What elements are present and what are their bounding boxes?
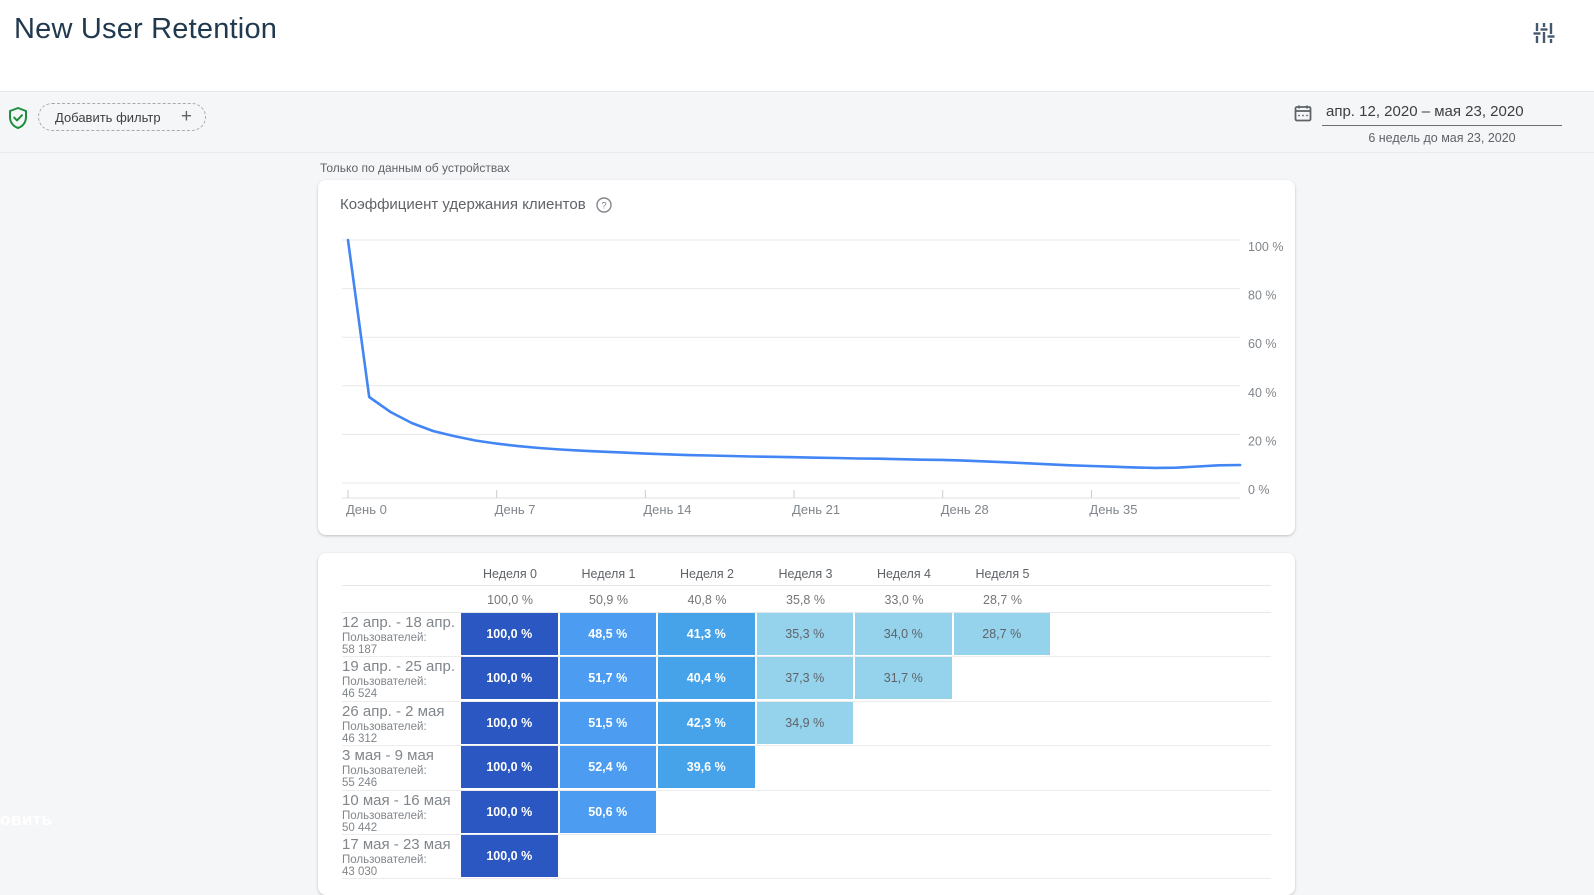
cohort-users-count: 58 187 <box>342 644 377 656</box>
help-icon[interactable]: ? <box>596 197 612 213</box>
cohort-users-count: 50 442 <box>342 822 377 834</box>
retention-cell: 52,4 % <box>560 746 657 788</box>
summary-retention-value: 40,8 % <box>658 593 756 607</box>
retention-cell: 41,3 % <box>658 613 755 655</box>
cohort-period-label: 19 апр. - 25 апр. <box>342 658 455 675</box>
cohort-users-label: Пользователей: <box>342 854 427 866</box>
chart-title: Коэффициент удержания клиентов <box>340 196 586 213</box>
cohort-users-label: Пользователей: <box>342 632 427 644</box>
retention-cell: 48,5 % <box>560 613 657 655</box>
retention-chart-card: 100 % 80 % 60 % 40 % 20 % 0 % День 0 День 7 День… <box>318 180 1295 535</box>
retention-cell: 34,0 % <box>855 613 952 655</box>
retention-cell: 37,3 % <box>757 657 854 699</box>
y-axis-tick-label: 40 % <box>1248 386 1277 400</box>
cohort-period-label: 10 мая - 16 мая <box>342 792 451 809</box>
summary-retention-value: 50,9 % <box>560 593 658 607</box>
week-column-header: Неделя 1 <box>560 567 658 581</box>
calendar-icon <box>1293 103 1313 123</box>
x-axis-tick-label: День 35 <box>1089 502 1137 517</box>
retention-cell: 34,9 % <box>757 702 854 744</box>
week-column-header: Неделя 5 <box>954 567 1052 581</box>
week-column-header: Неделя 3 <box>757 567 855 581</box>
add-filter-label: Добавить фильтр <box>55 110 161 125</box>
summary-retention-value: 28,7 % <box>954 593 1052 607</box>
cutoff-overlay-text: овить <box>0 810 53 830</box>
retention-cell: 50,6 % <box>560 791 657 833</box>
x-axis-tick-label: День 21 <box>792 502 840 517</box>
x-axis-tick-label: День 0 <box>346 502 387 517</box>
retention-cell: 100,0 % <box>461 702 558 744</box>
filter-bar: Добавить фильтр + апр. 12, 2020 – мая 23… <box>0 93 1594 153</box>
add-filter-button[interactable]: Добавить фильтр + <box>38 103 206 131</box>
cohort-users-count: 43 030 <box>342 866 377 878</box>
retention-cell: 100,0 % <box>461 746 558 788</box>
device-data-note: Только по данным об устройствах <box>320 161 510 175</box>
svg-text:?: ? <box>601 200 606 211</box>
week-column-header: Неделя 2 <box>658 567 756 581</box>
week-column-header: Неделя 4 <box>855 567 953 581</box>
cohort-period-label: 26 апр. - 2 мая <box>342 703 444 720</box>
new-user-retention-page: New User Retention Добавить ф <box>0 0 1594 895</box>
cohort-period-label: 12 апр. - 18 апр. <box>342 614 455 631</box>
cohort-users-count: 55 246 <box>342 777 377 789</box>
tune-icon <box>1530 19 1558 47</box>
retention-cell: 42,3 % <box>658 702 755 744</box>
cohort-users-label: Пользователей: <box>342 765 427 777</box>
cohort-row-divider <box>342 878 1271 879</box>
app-header: New User Retention <box>0 0 1594 92</box>
retention-cell: 35,3 % <box>757 613 854 655</box>
retention-line-chart: 100 % 80 % 60 % 40 % 20 % 0 % День 0 День 7 День… <box>318 180 1295 535</box>
cohort-users-label: Пользователей: <box>342 810 427 822</box>
table-header-divider <box>342 585 1271 586</box>
data-quality-shield-icon[interactable] <box>7 106 29 130</box>
cohort-period-label: 17 мая - 23 мая <box>342 836 451 853</box>
retention-line <box>348 240 1240 468</box>
y-axis-tick-label: 80 % <box>1248 289 1277 303</box>
x-axis-tick-label: День 7 <box>495 502 536 517</box>
retention-cell: 100,0 % <box>461 657 558 699</box>
cohort-users-count: 46 312 <box>342 733 377 745</box>
retention-cell: 100,0 % <box>461 613 558 655</box>
y-axis-tick-label: 0 % <box>1248 483 1270 497</box>
page-title: New User Retention <box>14 13 277 46</box>
summary-retention-value: 33,0 % <box>855 593 953 607</box>
retention-cell: 51,7 % <box>560 657 657 699</box>
week-column-header: Неделя 0 <box>461 567 559 581</box>
cohort-retention-table-card: Неделя 0Неделя 1Неделя 2Неделя 3Неделя 4… <box>318 553 1295 895</box>
date-range-picker[interactable]: апр. 12, 2020 – мая 23, 2020 6 недель до… <box>1322 100 1562 145</box>
x-axis-tick-label: День 14 <box>643 502 691 517</box>
date-range-value: апр. 12, 2020 – мая 23, 2020 <box>1322 100 1562 126</box>
cohort-period-label: 3 мая - 9 мая <box>342 747 434 764</box>
tune-filters-button[interactable] <box>1530 19 1558 47</box>
summary-retention-value: 35,8 % <box>757 593 855 607</box>
retention-cell: 31,7 % <box>855 657 952 699</box>
date-range-subtitle: 6 недель до мая 23, 2020 <box>1322 131 1562 145</box>
plus-icon: + <box>181 107 192 126</box>
y-axis-tick-label: 100 % <box>1248 240 1283 254</box>
cohort-users-label: Пользователей: <box>342 676 427 688</box>
cohort-users-label: Пользователей: <box>342 721 427 733</box>
y-axis-tick-label: 60 % <box>1248 337 1277 351</box>
cohort-users-count: 46 524 <box>342 688 377 700</box>
summary-retention-value: 100,0 % <box>461 593 559 607</box>
retention-cell: 100,0 % <box>461 791 558 833</box>
retention-cell: 51,5 % <box>560 702 657 744</box>
retention-cell: 39,6 % <box>658 746 755 788</box>
retention-cell: 100,0 % <box>461 835 558 877</box>
retention-cell: 40,4 % <box>658 657 755 699</box>
y-axis-tick-label: 20 % <box>1248 434 1277 448</box>
retention-cell: 28,7 % <box>954 613 1051 655</box>
x-axis-tick-label: День 28 <box>941 502 989 517</box>
